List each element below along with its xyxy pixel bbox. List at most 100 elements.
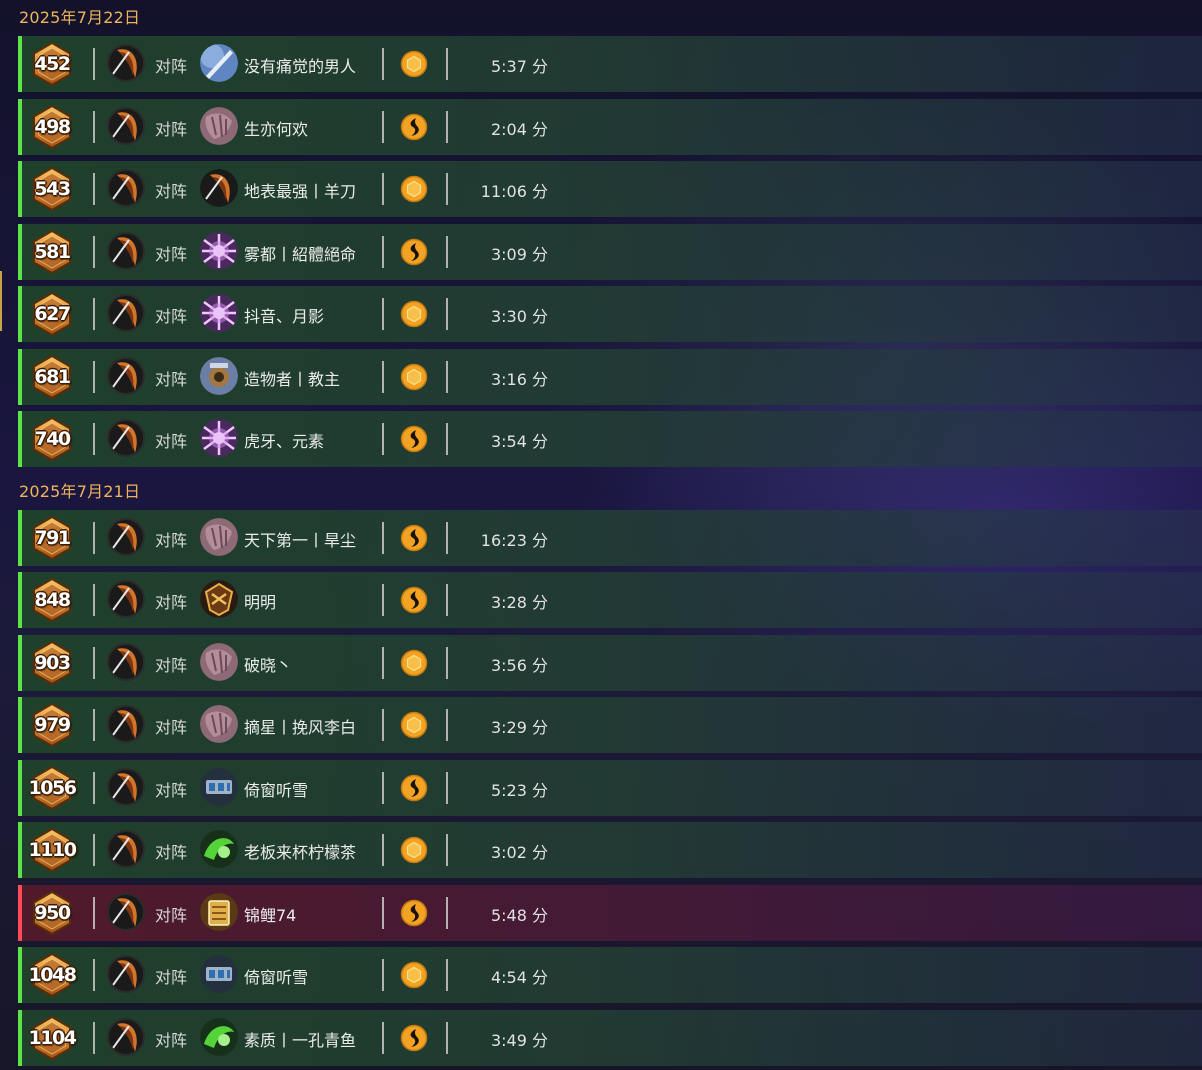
player-hero-portrait[interactable] <box>107 580 145 618</box>
opponent-hero-portrait[interactable] <box>200 955 238 993</box>
rank-number: 581 <box>34 240 71 263</box>
match-row[interactable]: 627 对阵 抖音、月影 3:30 分 <box>18 286 1202 342</box>
match-row[interactable]: 452 对阵 没有痛觉的男人 5:37 分 <box>18 36 1202 92</box>
opponent-name[interactable]: 虎牙、元素 <box>244 428 324 452</box>
match-row[interactable]: 791 对阵 天下第一丨旱尘 16:23 分 <box>18 509 1202 566</box>
rock-hero-icon <box>200 517 238 556</box>
opponent-hero-portrait[interactable] <box>200 892 238 931</box>
opponent-name[interactable]: 地表最强丨羊刀 <box>244 178 356 202</box>
match-row[interactable]: 681 对阵 造物者丨教主 3:16 分 <box>18 348 1202 405</box>
match-row[interactable]: 979 对阵 摘星丨挽风李白 3:29 分 <box>18 697 1202 753</box>
opponent-hero-portrait[interactable] <box>200 767 238 806</box>
divider <box>93 423 95 455</box>
opponent-name[interactable]: 素质丨一孔青鱼 <box>244 1027 356 1051</box>
player-hero-portrait[interactable] <box>107 169 145 207</box>
player-hero-portrait[interactable] <box>107 642 145 681</box>
opponent-hero-portrait[interactable] <box>200 642 238 681</box>
opponent-name[interactable]: 倚窗听雪 <box>244 777 308 801</box>
player-hero-portrait[interactable] <box>107 517 145 556</box>
rank-number: 1104 <box>28 1026 77 1049</box>
player-hero-portrait[interactable] <box>107 44 145 82</box>
match-row[interactable]: 1056 对阵 倚窗听雪 5:23 分 <box>18 759 1202 816</box>
match-row[interactable]: 848 对阵 明明 3:28 分 <box>18 572 1202 628</box>
divider <box>93 360 95 393</box>
player-hero-portrait[interactable] <box>107 767 145 806</box>
opponent-name[interactable]: 明明 <box>244 589 276 613</box>
versus-label: 对阵 <box>155 369 188 389</box>
match-row[interactable]: 950 对阵 锦鲤74 5:48 分 <box>18 884 1202 941</box>
player-hero-portrait[interactable] <box>107 419 145 457</box>
divider <box>93 771 95 804</box>
match-row[interactable]: 1048 对阵 倚窗听雪 4:54 分 <box>18 947 1202 1003</box>
divider <box>382 771 384 804</box>
divider <box>93 1021 95 1054</box>
opponent-name[interactable]: 破晓丶 <box>244 652 292 676</box>
match-row[interactable]: 903 对阵 破晓丶 3:56 分 <box>18 634 1202 691</box>
game-mode-icon <box>400 425 428 453</box>
rank-badge: 1048 <box>29 953 77 997</box>
divider <box>93 110 95 143</box>
opponent-hero-portrait[interactable] <box>200 106 238 145</box>
opponent-name[interactable]: 抖音、月影 <box>244 303 324 327</box>
game-mode-icon <box>400 711 428 739</box>
opponent-hero-portrait[interactable] <box>200 231 238 270</box>
dark-claw-hero-icon <box>107 294 145 332</box>
date-group: 2025年7月22日 452 对阵 没有痛觉的男人 5:37 分 498 对阵 … <box>0 0 1202 467</box>
rank-badge: 681 <box>32 354 72 399</box>
dark-claw-hero-icon <box>200 169 238 207</box>
match-rows: 791 对阵 天下第一丨旱尘 16:23 分 848 对阵 明明 3:28 分 … <box>0 509 1202 1066</box>
game-mode-icon <box>400 774 428 802</box>
opponent-name[interactable]: 没有痛觉的男人 <box>244 53 356 77</box>
player-hero-portrait[interactable] <box>107 231 145 270</box>
dark-claw-hero-icon <box>107 517 145 556</box>
match-row[interactable]: 543 对阵 地表最强丨羊刀 11:06 分 <box>18 161 1202 217</box>
spark-hero-icon <box>200 419 238 457</box>
rank-badge: 848 <box>32 578 72 622</box>
match-row[interactable]: 1110 对阵 老板来杯柠檬茶 3:02 分 <box>18 822 1202 878</box>
opponent-name[interactable]: 摘星丨挽风李白 <box>244 714 356 738</box>
opponent-hero-portrait[interactable] <box>200 1017 238 1056</box>
opponent-name[interactable]: 造物者丨教主 <box>244 366 340 390</box>
divider <box>382 423 384 455</box>
dark-claw-hero-icon <box>107 580 145 618</box>
opponent-name[interactable]: 雾都丨紹體絕命 <box>244 241 356 265</box>
rank-badge: 740 <box>32 417 72 461</box>
opponent-hero-portrait[interactable] <box>200 44 238 82</box>
game-mode-icon <box>400 1024 428 1052</box>
opponent-hero-portrait[interactable] <box>200 830 238 868</box>
date-header: 2025年7月22日 <box>19 8 141 27</box>
match-row[interactable]: 581 对阵 雾都丨紹體絕命 3:09 分 <box>18 223 1202 280</box>
opponent-hero-portrait[interactable] <box>200 705 238 743</box>
divider <box>382 959 384 991</box>
player-hero-portrait[interactable] <box>107 1017 145 1056</box>
opponent-name[interactable]: 天下第一丨旱尘 <box>244 527 356 551</box>
opponent-hero-portrait[interactable] <box>200 169 238 207</box>
opponent-hero-portrait[interactable] <box>200 580 238 618</box>
match-row[interactable]: 1104 对阵 素质丨一孔青鱼 3:49 分 <box>18 1009 1202 1066</box>
match-duration: 3:02 分 <box>490 843 548 862</box>
opponent-name[interactable]: 老板来杯柠檬茶 <box>244 839 356 863</box>
opponent-hero-portrait[interactable] <box>200 419 238 457</box>
opponent-hero-portrait[interactable] <box>200 356 238 395</box>
match-row[interactable]: 498 对阵 生亦何欢 2:04 分 <box>18 98 1202 155</box>
opponent-name[interactable]: 锦鲤74 <box>244 902 296 926</box>
divider <box>93 834 95 866</box>
opponent-name[interactable]: 生亦何欢 <box>244 116 308 140</box>
machine-hero-icon <box>200 955 238 993</box>
player-hero-portrait[interactable] <box>107 955 145 993</box>
match-row[interactable]: 740 对阵 虎牙、元素 3:54 分 <box>18 411 1202 467</box>
player-hero-portrait[interactable] <box>107 356 145 395</box>
opponent-name[interactable]: 倚窗听雪 <box>244 964 308 988</box>
divider <box>382 298 384 330</box>
player-hero-portrait[interactable] <box>107 892 145 931</box>
rank-number: 791 <box>34 526 71 549</box>
green-hero-icon <box>200 1017 238 1056</box>
player-hero-portrait[interactable] <box>107 830 145 868</box>
divider <box>93 48 95 80</box>
player-hero-portrait[interactable] <box>107 106 145 145</box>
spark-hero-icon <box>200 231 238 270</box>
player-hero-portrait[interactable] <box>107 294 145 332</box>
opponent-hero-portrait[interactable] <box>200 517 238 556</box>
player-hero-portrait[interactable] <box>107 705 145 743</box>
opponent-hero-portrait[interactable] <box>200 294 238 332</box>
